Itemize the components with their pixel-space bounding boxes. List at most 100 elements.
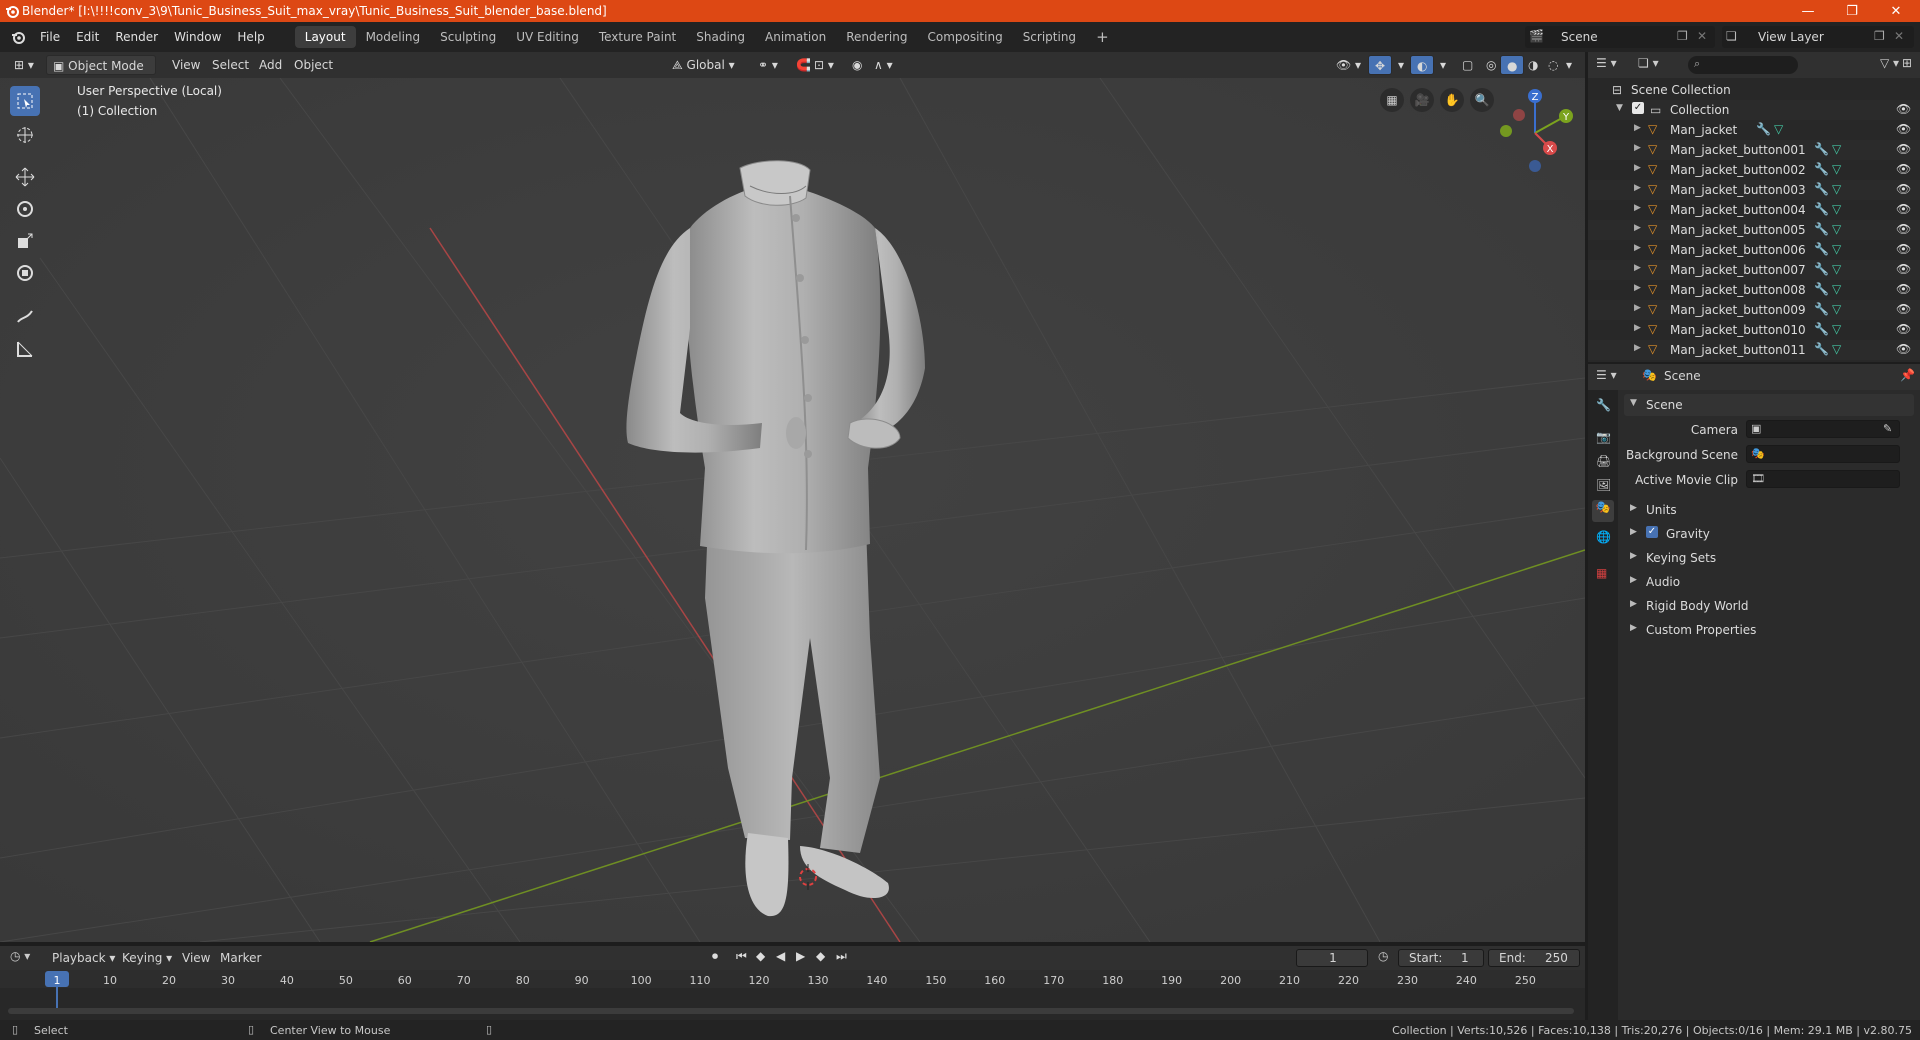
timeline-scrollbar[interactable] — [8, 1008, 1574, 1014]
expand-arrow-icon[interactable]: ▶ — [1634, 163, 1641, 173]
scene-panel-header[interactable]: ▼ Scene — [1624, 394, 1914, 416]
outliner-item[interactable]: ▶ ▽ Man_jacket_button005 🔧 ▽ 👁 — [1588, 220, 1920, 240]
record-icon[interactable]: ⏺ — [712, 949, 718, 964]
add-menu[interactable]: Add — [253, 55, 288, 75]
jump-end-icon[interactable]: ⏭ — [836, 949, 847, 964]
expand-arrow-icon[interactable]: ▶ — [1634, 203, 1641, 213]
mode-dropdown[interactable]: ▣ Object Mode ▾ — [46, 55, 156, 93]
tab-uv-editing[interactable]: UV Editing — [506, 26, 589, 48]
orientation-dropdown[interactable]: ⟁ Global ▾ — [666, 55, 741, 75]
outliner-scene-collection[interactable]: ⊟ Scene Collection — [1588, 80, 1920, 100]
outliner-item[interactable]: ▶ ▽ Man_jacket 🔧 ▽ 👁 — [1588, 120, 1920, 140]
expand-arrow-icon[interactable]: ▶ — [1634, 143, 1641, 153]
keying-menu[interactable]: Keying ▾ — [122, 951, 172, 965]
output-tab-icon[interactable]: 🖨 — [1596, 454, 1611, 468]
xray-icon[interactable]: ▢ — [1456, 55, 1479, 75]
clock-icon[interactable]: ◷ — [1378, 949, 1388, 963]
delete-view-layer-icon[interactable]: ✕ — [1894, 29, 1904, 43]
mesh-data-icon[interactable]: ▽ — [1832, 262, 1841, 276]
proportional-edit-icon[interactable]: ◉ — [846, 55, 868, 75]
mesh-data-icon[interactable]: ▽ — [1832, 142, 1841, 156]
eyedropper-icon[interactable]: ✎ — [1883, 422, 1892, 435]
expand-arrow-icon[interactable]: ▶ — [1634, 283, 1641, 293]
timeline-view-menu[interactable]: View — [182, 951, 210, 965]
snap-target-icon[interactable]: ⊡ ▾ — [808, 55, 840, 75]
mesh-data-icon[interactable]: ▽ — [1832, 222, 1841, 236]
new-collection-icon[interactable]: ⊞ — [1902, 56, 1912, 70]
neg-x-handle[interactable] — [1513, 109, 1525, 121]
mesh-data-icon[interactable]: ▽ — [1832, 282, 1841, 296]
move-tool[interactable] — [10, 162, 40, 192]
outliner-collection[interactable]: ▼ ✓ ▭ Collection 👁 — [1588, 100, 1920, 120]
tab-scripting[interactable]: Scripting — [1013, 26, 1086, 48]
editor-type-icon[interactable]: ⊞ ▾ — [8, 55, 40, 75]
mesh-data-icon[interactable]: ▽ — [1832, 202, 1841, 216]
modifier-wrench-icon[interactable]: 🔧 — [1814, 202, 1829, 216]
play-icon[interactable]: ▶ — [796, 949, 805, 963]
menu-window[interactable]: Window — [166, 26, 229, 48]
mesh-data-icon[interactable]: ▽ — [1832, 322, 1841, 336]
mesh-data-icon[interactable]: ▽ — [1832, 302, 1841, 316]
outliner-editor-type-icon[interactable]: ☰ ▾ — [1596, 56, 1617, 70]
annotate-tool[interactable] — [10, 302, 40, 332]
tab-shading[interactable]: Shading — [686, 26, 755, 48]
pan-hand-icon[interactable]: ✋ — [1440, 88, 1464, 112]
end-frame-field[interactable]: End: 250 — [1488, 949, 1580, 967]
scene-selector[interactable]: 🎬 Scene ❐ ✕ — [1525, 26, 1715, 48]
eye-icon[interactable]: 👁 — [1896, 302, 1911, 316]
expand-arrow-icon[interactable]: ▶ — [1634, 223, 1641, 233]
render-tab-icon[interactable]: 📷 — [1596, 430, 1611, 444]
play-reverse-icon[interactable]: ◀ — [776, 949, 785, 963]
filter-icon[interactable]: ▽ ▾ — [1880, 56, 1899, 70]
delete-scene-icon[interactable]: ✕ — [1697, 29, 1707, 43]
property-section-header[interactable]: ▶ Audio — [1624, 572, 1914, 592]
tab-texture-paint[interactable]: Texture Paint — [589, 26, 686, 48]
property-section-header[interactable]: ▶ Units — [1624, 500, 1914, 520]
modifier-wrench-icon[interactable]: 🔧 — [1756, 122, 1771, 136]
expand-arrow-icon[interactable]: ▶ — [1634, 183, 1641, 193]
gravity-checkbox[interactable]: ✓ — [1646, 526, 1658, 538]
pivot-icon[interactable]: ⚭ ▾ — [752, 55, 784, 75]
tab-compositing[interactable]: Compositing — [917, 26, 1012, 48]
background-scene-field[interactable]: 🎭 — [1746, 445, 1900, 463]
neg-z-handle[interactable] — [1529, 160, 1541, 172]
tab-sculpting[interactable]: Sculpting — [430, 26, 506, 48]
expand-arrow-icon[interactable]: ▶ — [1634, 243, 1641, 253]
current-frame-field[interactable]: 1 — [1296, 949, 1368, 967]
modifier-wrench-icon[interactable]: 🔧 — [1814, 162, 1829, 176]
outliner-item[interactable]: ▶ ▽ Man_jacket_button008 🔧 ▽ 👁 — [1588, 280, 1920, 300]
property-section-header[interactable]: ▶ Rigid Body World — [1624, 596, 1914, 616]
cursor-tool[interactable] — [10, 120, 40, 150]
close-button[interactable]: ✕ — [1874, 0, 1918, 22]
expand-arrow-icon[interactable]: ▶ — [1634, 343, 1641, 353]
menu-render[interactable]: Render — [107, 26, 166, 48]
modifier-wrench-icon[interactable]: 🔧 — [1814, 302, 1829, 316]
start-frame-field[interactable]: Start: 1 — [1398, 949, 1484, 967]
select-box-tool[interactable] — [10, 86, 40, 116]
outliner-item[interactable]: ▶ ▽ Man_jacket_button011 🔧 ▽ 👁 — [1588, 340, 1920, 360]
solid-shading-icon[interactable]: ● — [1500, 55, 1525, 75]
mesh-data-icon[interactable]: ▽ — [1832, 162, 1841, 176]
gizmo-dropdown-icon[interactable]: ▾ — [1392, 55, 1410, 75]
modifier-wrench-icon[interactable]: 🔧 — [1814, 242, 1829, 256]
tool-tab-icon[interactable]: 🔧 — [1596, 398, 1611, 412]
tab-layout[interactable]: Layout — [294, 26, 356, 48]
neg-y-handle[interactable] — [1500, 125, 1512, 137]
mesh-data-icon[interactable]: ▽ — [1832, 342, 1841, 356]
eye-icon[interactable]: 👁 — [1896, 202, 1911, 216]
gizmo-toggle-icon[interactable]: ✥ — [1368, 55, 1393, 75]
blender-menu-icon[interactable] — [10, 29, 26, 45]
expand-arrow-icon[interactable]: ▶ — [1634, 303, 1641, 313]
shading-dropdown-icon[interactable]: ▾ — [1560, 55, 1578, 75]
outliner-item[interactable]: ▶ ▽ Man_jacket_button007 🔧 ▽ 👁 — [1588, 260, 1920, 280]
pin-icon[interactable]: 📌 — [1900, 368, 1915, 382]
expand-arrow-icon[interactable]: ▶ — [1634, 323, 1641, 333]
property-section-header[interactable]: ▶ ✓ Gravity — [1624, 524, 1914, 544]
menu-edit[interactable]: Edit — [68, 26, 107, 48]
tab-animation[interactable]: Animation — [755, 26, 836, 48]
timeline-editor-type-icon[interactable]: ◷ ▾ — [10, 949, 30, 963]
outliner-item[interactable]: ▶ ▽ Man_jacket_button009 🔧 ▽ 👁 — [1588, 300, 1920, 320]
property-section-header[interactable]: ▶ Custom Properties — [1624, 620, 1914, 640]
measure-tool[interactable] — [10, 334, 40, 364]
add-workspace-button[interactable]: + — [1086, 26, 1119, 48]
